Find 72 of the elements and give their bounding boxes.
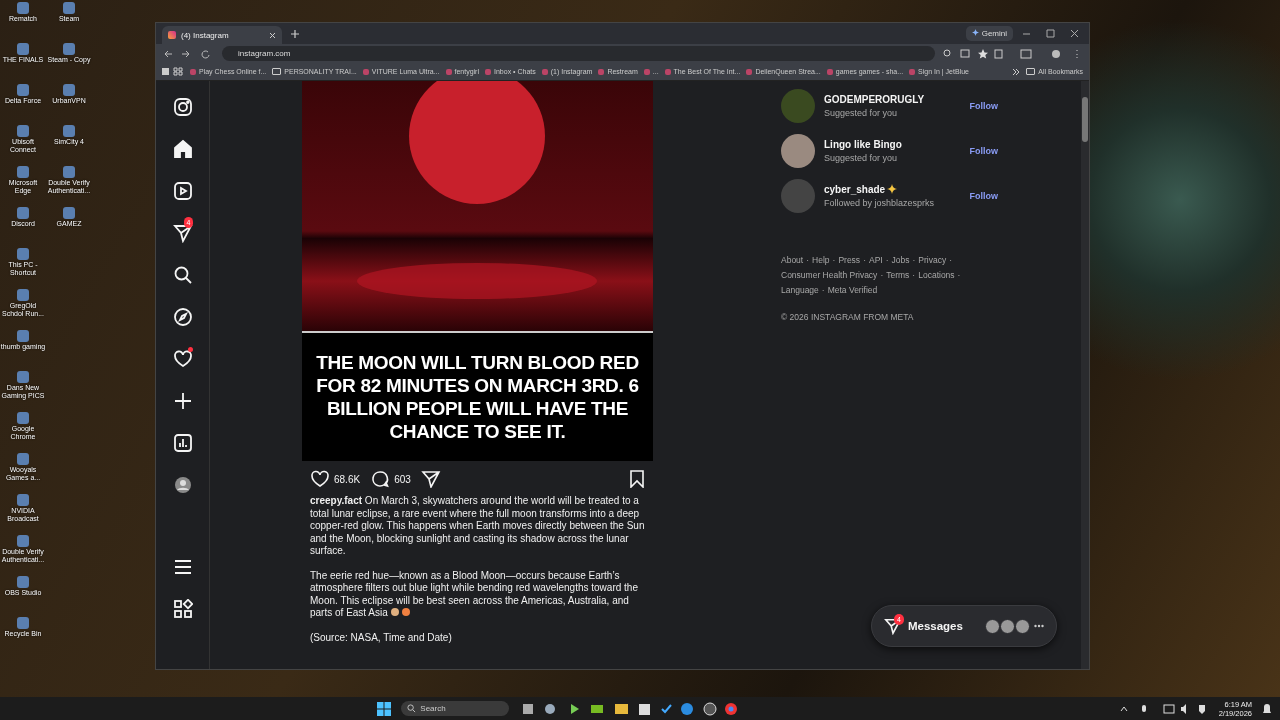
footer-link[interactable]: Privacy [918,254,947,266]
footer-link[interactable]: Consumer Health Privacy [781,269,878,281]
footer-link[interactable]: Language [781,284,819,296]
separator-dot: · [957,269,961,281]
suggestion-reason: Suggested for you [824,107,899,118]
apps-grid-icon[interactable] [162,67,184,76]
comment-icon[interactable] [370,470,391,488]
heart-icon[interactable] [310,470,330,488]
instagram-logo-icon[interactable] [172,97,193,117]
create-icon[interactable] [172,391,193,411]
separator-dot: · [863,254,866,266]
suggestion-reason: Followed by joshblazesprks [824,197,936,208]
close-tab-icon[interactable] [269,31,276,39]
separator-dot: · [806,254,810,266]
search-input[interactable]: Search [420,704,501,713]
sparkle-icon [972,29,980,36]
profile-avatar[interactable] [172,475,193,495]
follow-button[interactable]: Follow [969,190,998,201]
footer-link[interactable]: Jobs [891,254,910,266]
footer-link[interactable]: About [781,254,804,266]
username[interactable]: cyber_shade [824,183,886,195]
follow-button[interactable]: Follow [969,145,998,156]
post-caption: The eerie red hue—known as a Blood Moon—occurs because Earth’s atmosphere filters out blue light while bending red wavelengths toward the Moon. This eclipse will be best seen across the Americas, Australia, and parts of East Asia [310,569,639,620]
start-icon[interactable] [377,701,392,716]
dashboard-icon[interactable] [172,433,193,453]
search-icon[interactable] [172,265,193,285]
separator-dot: · [912,254,916,266]
comment-count: 603 [394,473,411,485]
messages-icon[interactable] [172,223,193,243]
footer-link[interactable]: Locations [918,269,955,281]
suggestion-reason: Suggested for you [824,152,899,163]
taskbar-search[interactable]: Search [401,701,510,716]
footer-link[interactable]: Meta Verified [827,284,878,296]
footer-link[interactable]: Press [838,254,861,266]
sparkle-icon [887,184,898,194]
separator-dot: · [885,254,889,266]
chevrons-icon[interactable] [1012,67,1021,76]
separator-dot: · [880,269,884,281]
separator-dot: · [832,254,836,266]
like-count: 68.6K [334,473,361,485]
footer-link[interactable]: API [868,254,883,266]
separator-dot: · [821,284,825,296]
more-icon[interactable] [172,599,193,619]
search-icon [407,704,417,713]
menu-icon[interactable] [172,557,193,577]
address-bar[interactable]: instagram.com [222,46,935,61]
window-controls-icon[interactable] [1021,28,1081,39]
home-icon[interactable] [172,139,193,159]
browser-tab[interactable]: (4) Instagram [162,26,282,44]
notification-bell-icon[interactable] [1262,702,1272,715]
username[interactable]: GODEMPERORUGLY [824,93,925,105]
gemini-button[interactable]: Gemini [966,26,1013,41]
footer-link[interactable]: Terms [886,269,910,281]
post-caption: (Source: NASA, Time and Date) [310,631,453,644]
image-caption: THE MOON WILL TURN BLOOD RED FOR 82 MINUTES ON MARCH 3RD. 6 BILLION PEOPLE WILL HAVE THE CHANCE TO SEE IT. [302,331,653,461]
explore-icon[interactable] [172,307,193,327]
toolbar-icons-icon[interactable] [943,48,1003,59]
copyright-text: © 2026 INSTAGRAM FROM META [781,312,915,322]
user-avatar[interactable] [781,133,815,168]
bookmark-icon[interactable] [629,470,645,488]
follow-button[interactable]: Follow [969,100,998,111]
scrollbar[interactable] [1081,81,1089,669]
separator-dot: · [912,269,916,281]
separator-dot: · [949,254,953,266]
new-tab-icon[interactable] [290,28,300,39]
reels-icon[interactable] [172,181,193,201]
share-icon[interactable] [420,470,441,488]
footer-link[interactable]: Help [812,254,830,266]
notifications-icon[interactable] [172,349,193,369]
post-caption: creepy.fact On March 3, skywatchers around the world will be treated to a total lunar eclipse, a rare event where the full moon transforms into a deep copper-red glow. This happens when Earth moves directly between the Sun and the Moon, blocking sunlight and casting its shadow across the lunar surface. [310,495,645,558]
username[interactable]: Lingo like Bingo [824,138,902,150]
more-dots-icon [1034,624,1044,628]
